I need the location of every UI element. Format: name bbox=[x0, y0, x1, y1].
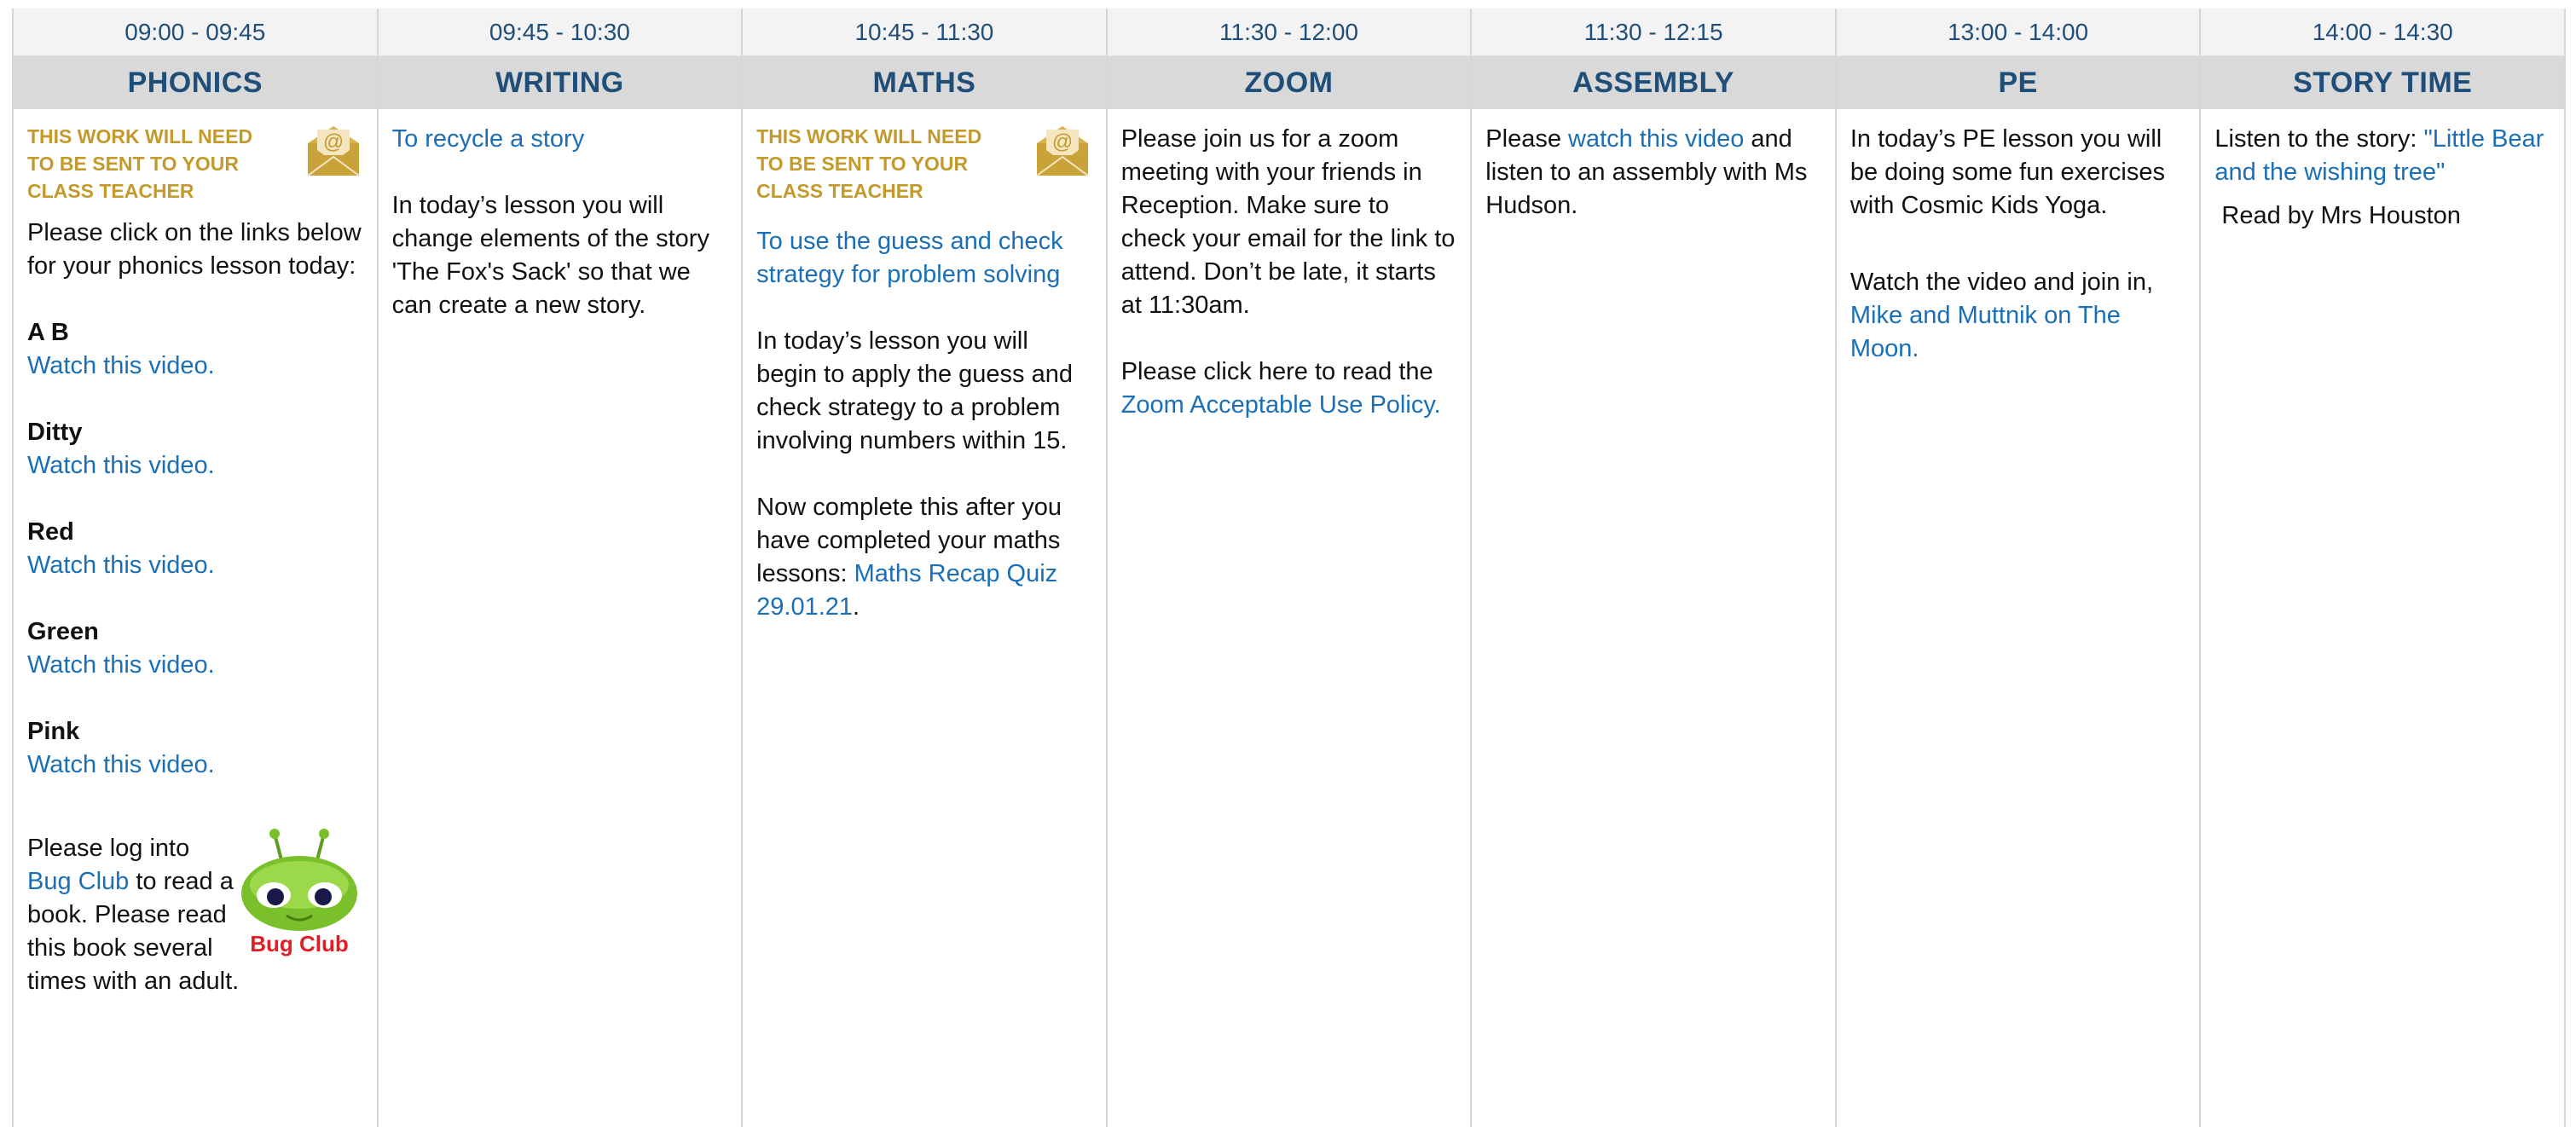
subject-writing: WRITING bbox=[378, 56, 744, 109]
story-text: Listen to the story: "Little Bear and th… bbox=[2214, 123, 2550, 189]
phonics-item-name: Pink bbox=[27, 718, 80, 745]
maths-quiz-post: . bbox=[853, 593, 860, 621]
phonics-item-name: Red bbox=[27, 518, 74, 546]
assembly-video-link[interactable]: watch this video bbox=[1568, 125, 1744, 153]
bug-club-section: Please log into Bug Club to read a book. … bbox=[27, 829, 363, 998]
subject-assembly: ASSEMBLY bbox=[1472, 56, 1837, 109]
time-assembly: 11:30 - 12:15 bbox=[1472, 9, 1837, 56]
time-phonics: 09:00 - 09:45 bbox=[14, 9, 379, 56]
pe-text: In today’s PE lesson you will be doing s… bbox=[1850, 125, 2165, 219]
zoom-text: Please join us for a zoom meeting with y… bbox=[1120, 125, 1456, 319]
phonics-item-name: Ditty bbox=[27, 419, 83, 446]
maths-panel: THIS WORK WILL NEED TO BE SENT TO YOUR C… bbox=[743, 109, 1108, 1127]
zoom-panel: Please join us for a zoom meeting with y… bbox=[1108, 109, 1473, 1127]
maths-quiz-text: Now complete this after you have complet… bbox=[756, 491, 1092, 624]
writing-panel: To recycle a story In today’s lesson you… bbox=[379, 109, 744, 1127]
phonics-item-name: Green bbox=[27, 618, 99, 645]
email-icon: @ bbox=[306, 126, 360, 176]
bug-club-pre: Please log into bbox=[27, 835, 190, 862]
phonics-item-name: A B bbox=[27, 319, 69, 346]
phonics-video-link[interactable]: Watch this video. bbox=[27, 552, 215, 579]
writing-text: In today’s lesson you will change elemen… bbox=[391, 192, 709, 319]
story-pre: Listen to the story: bbox=[2214, 125, 2424, 153]
writing-objective-link[interactable]: To recycle a story bbox=[392, 125, 585, 153]
pe-video-pre: Watch the video and join in, bbox=[1850, 269, 2154, 296]
email-icon: @ bbox=[1036, 126, 1089, 176]
svg-text:@: @ bbox=[322, 130, 343, 153]
subject-story-time: STORY TIME bbox=[2201, 56, 2566, 109]
pe-video-link[interactable]: Mike and Muttnik on The Moon. bbox=[1850, 302, 2121, 362]
zoom-policy-text: Please click here to read the Zoom Accep… bbox=[1121, 355, 1457, 422]
bug-club-logo: Bug Club bbox=[240, 829, 357, 957]
assembly-pre: Please bbox=[1485, 125, 1569, 153]
svg-text:@: @ bbox=[1052, 130, 1073, 153]
bug-club-text: Please log into Bug Club to read a book. … bbox=[27, 832, 240, 998]
pe-video-text: Watch the video and join in, Mike and Mu… bbox=[1850, 266, 2186, 366]
subject-phonics: PHONICS bbox=[14, 56, 379, 109]
time-zoom: 11:30 - 12:00 bbox=[1107, 9, 1473, 56]
maths-objective-link[interactable]: To use the guess and check strategy for … bbox=[756, 228, 1063, 288]
phonics-intro: Please click on the links below for your… bbox=[27, 219, 362, 280]
time-writing: 09:45 - 10:30 bbox=[378, 9, 744, 56]
maths-text: In today’s lesson you will begin to appl… bbox=[756, 327, 1073, 454]
assembly-text: Please watch this video and listen to an… bbox=[1485, 123, 1821, 223]
zoom-policy-pre: Please click here to read the bbox=[1120, 358, 1433, 385]
subject-maths: MATHS bbox=[743, 56, 1108, 109]
assembly-panel: Please watch this video and listen to an… bbox=[1472, 109, 1837, 1127]
bug-club-logo-text: Bug Club bbox=[250, 931, 349, 957]
subject-zoom: ZOOM bbox=[1107, 56, 1473, 109]
story-reader: Read by Mrs Houston bbox=[2221, 202, 2461, 229]
phonics-video-link[interactable]: Watch this video. bbox=[27, 352, 215, 379]
time-maths: 10:45 - 11:30 bbox=[743, 9, 1108, 56]
zoom-policy-link[interactable]: Zoom Acceptable Use Policy. bbox=[1121, 391, 1441, 419]
time-pe: 13:00 - 14:00 bbox=[1836, 9, 2202, 56]
subject-pe: PE bbox=[1836, 56, 2202, 109]
phonics-video-link[interactable]: Watch this video. bbox=[27, 651, 215, 679]
story-time-panel: Listen to the story: "Little Bear and th… bbox=[2201, 109, 2566, 1127]
pe-panel: In today’s PE lesson you will be doing s… bbox=[1837, 109, 2202, 1127]
phonics-panel: THIS WORK WILL NEED TO BE SENT TO YOUR C… bbox=[14, 109, 379, 1127]
phonics-video-link[interactable]: Watch this video. bbox=[27, 452, 215, 479]
timetable: 09:00 - 09:45 09:45 - 10:30 10:45 - 11:3… bbox=[12, 9, 2566, 1127]
bug-club-link[interactable]: Bug Club bbox=[27, 868, 129, 895]
phonics-video-link[interactable]: Watch this video. bbox=[27, 751, 215, 778]
time-story-time: 14:00 - 14:30 bbox=[2201, 9, 2566, 56]
